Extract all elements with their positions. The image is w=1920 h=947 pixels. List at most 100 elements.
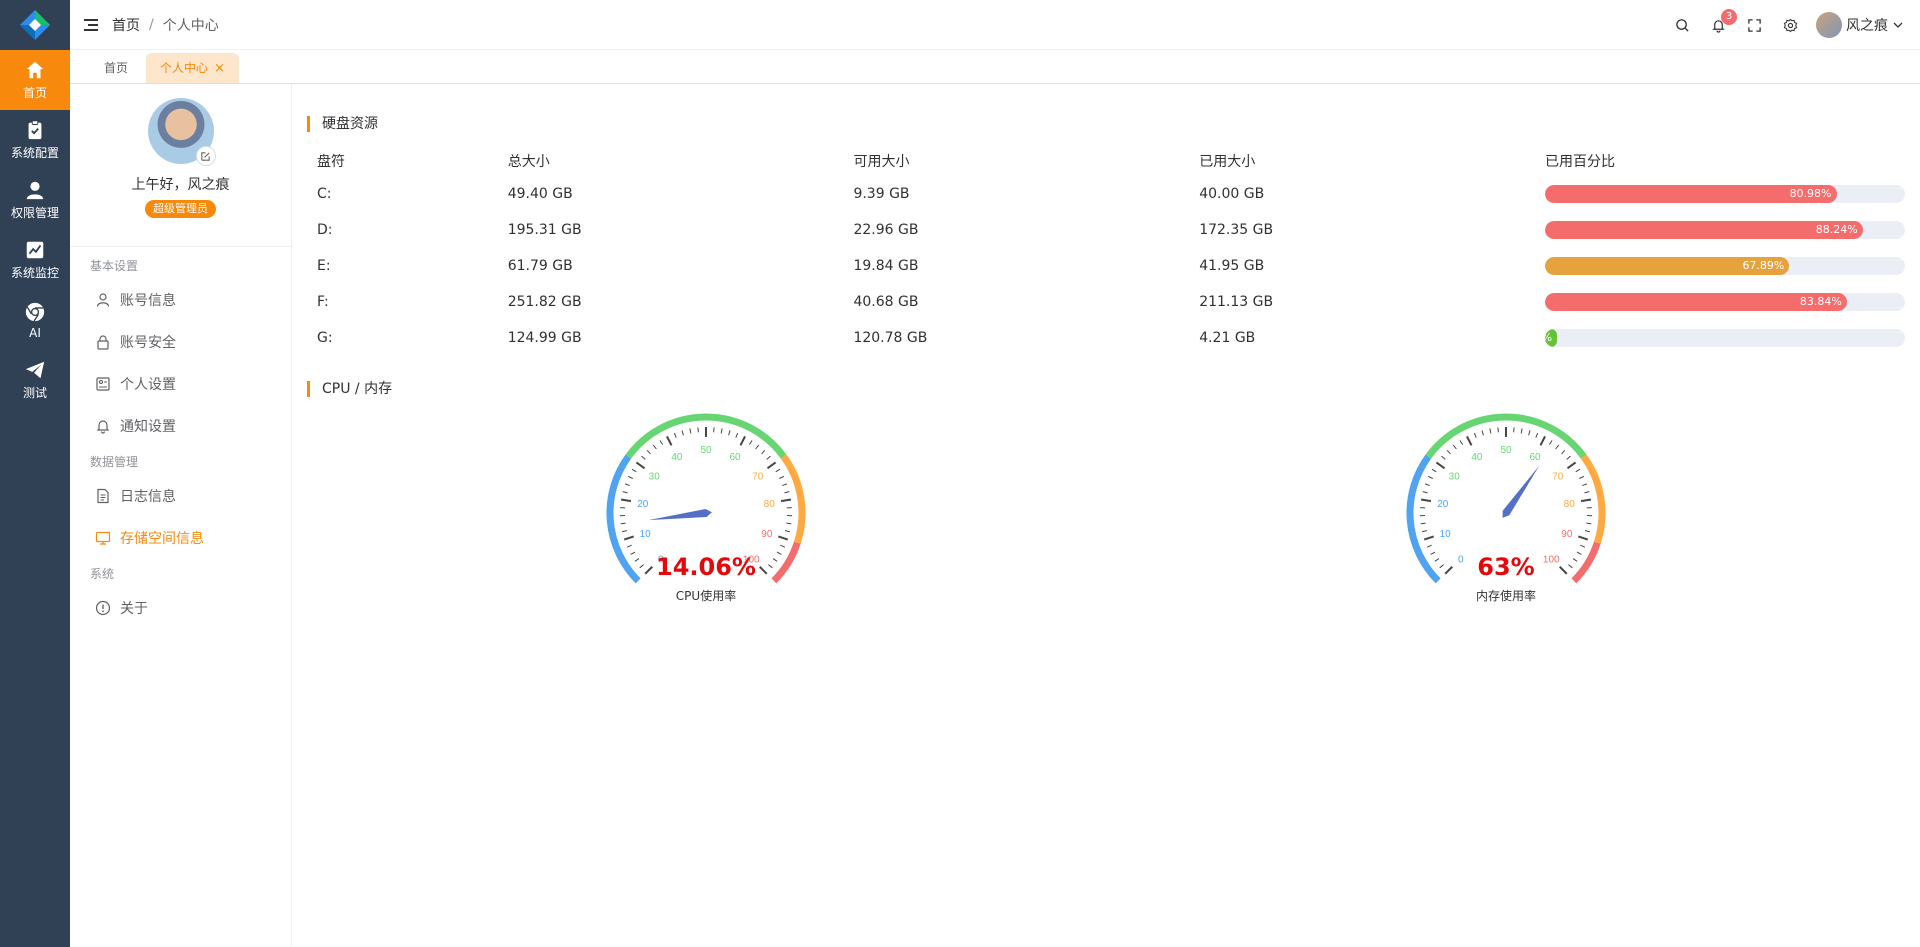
cpu-gauge: 0 10 20 30 40 50 60 70 80 90 100 14.06% CPU使用率	[596, 403, 816, 613]
gauge-minor-tick	[735, 432, 739, 438]
rail-item-permissions[interactable]: 权限管理	[0, 170, 70, 230]
table-row: C: 49.40 GB 9.39 GB 40.00 GB 80.98%	[309, 176, 1905, 212]
menu-item-notification-settings[interactable]: 通知设置	[70, 405, 291, 447]
menu-item-logs[interactable]: 日志信息	[70, 475, 291, 517]
rail-item-home[interactable]: 首页	[0, 50, 70, 110]
fullscreen-button[interactable]	[1736, 0, 1772, 50]
menu-item-account-security[interactable]: 账号安全	[70, 321, 291, 363]
gauge-minor-tick	[1489, 428, 1492, 434]
monitor-icon	[95, 531, 111, 545]
user-name: 风之痕	[1846, 18, 1888, 34]
gauge-major-tick	[1420, 498, 1432, 503]
usage-percent-label: 88.24%	[1815, 223, 1858, 236]
gauge-tick-label: 20	[637, 499, 649, 510]
gauge-minor-tick	[1422, 491, 1428, 494]
notification-badge: 3	[1721, 9, 1737, 25]
table-row: E: 61.79 GB 19.84 GB 41.95 GB 67.89%	[309, 248, 1905, 284]
gauge-major-tick	[620, 498, 632, 503]
table-row: G: 124.99 GB 120.78 GB 4.21 GB 3.37%	[309, 320, 1905, 356]
gauge-major-tick	[1539, 435, 1546, 446]
gauge-minor-tick	[622, 491, 628, 494]
search-button[interactable]	[1664, 0, 1700, 50]
breadcrumb-separator: /	[149, 16, 154, 33]
gauge-major-tick	[777, 535, 789, 541]
user-outline-icon	[96, 293, 110, 307]
table-row: F: 251.82 GB 40.68 GB 211.13 GB 83.84%	[309, 284, 1905, 320]
tab-label: 首页	[104, 61, 129, 75]
breadcrumb-home[interactable]: 首页	[112, 15, 140, 35]
tab-home[interactable]: 首页	[90, 53, 142, 83]
gauge-needle	[1502, 465, 1540, 518]
rail-item-ai[interactable]: AI	[0, 290, 70, 350]
gauge-minor-tick	[1584, 530, 1591, 533]
gauge-minor-tick	[775, 468, 781, 473]
used-size-cell: 172.35 GB	[1199, 222, 1274, 238]
gauge-minor-tick	[1427, 475, 1433, 479]
rail-item-system-config[interactable]: 系统配置	[0, 110, 70, 170]
gauge-major-tick	[635, 461, 646, 470]
total-size-cell: 49.40 GB	[507, 186, 573, 202]
table-row: D: 195.31 GB 22.96 GB 172.35 GB 88.24%	[309, 212, 1905, 248]
avatar-edit-button[interactable]	[195, 146, 216, 166]
usage-progress-bar: 80.98%	[1545, 185, 1905, 203]
role-badge: 超级管理员	[145, 200, 216, 218]
gauge-minor-tick	[1424, 483, 1430, 487]
tab-profile[interactable]: 个人中心 ×	[146, 53, 239, 83]
usage-percent-label: 3.37%	[1545, 329, 1552, 347]
rail-item-label: 系统配置	[10, 146, 59, 160]
menu-toggle-icon[interactable]	[84, 18, 98, 31]
usage-cell: 67.89%	[1537, 248, 1905, 284]
gauge-minor-tick	[748, 440, 753, 445]
gauge-tick-label: 20	[1437, 499, 1449, 510]
column-header: 已用百分比	[1545, 154, 1615, 170]
gauge-tick-label: 70	[1552, 471, 1564, 482]
gauge-minor-tick	[761, 449, 766, 455]
usage-percent-label: 67.89%	[1742, 259, 1785, 272]
gauge-needle	[648, 509, 712, 521]
gauge-minor-tick	[689, 428, 692, 434]
menu-item-about[interactable]: 关于	[70, 587, 291, 629]
gauge-minor-tick	[1566, 455, 1571, 460]
free-size-cell: 22.96 GB	[853, 222, 919, 238]
rail-item-label: 首页	[22, 86, 47, 100]
gauge-minor-tick	[1421, 530, 1428, 533]
drive-cell: E:	[317, 258, 331, 274]
usage-progress-bar: 83.84%	[1545, 293, 1905, 311]
gauge-minor-tick	[1528, 430, 1531, 436]
menu-item-storage[interactable]: 存储空间信息	[70, 517, 291, 559]
app-logo[interactable]	[0, 0, 70, 50]
gauge-minor-tick	[784, 530, 791, 533]
usage-cell: 83.84%	[1537, 284, 1905, 320]
notification-button[interactable]: 3	[1700, 0, 1737, 50]
usage-progress-fill: 67.89%	[1545, 257, 1790, 275]
gauge-minor-tick	[728, 430, 731, 436]
document-icon	[97, 488, 109, 504]
free-size-cell: 19.84 GB	[853, 258, 919, 274]
gauge-minor-tick	[1584, 491, 1590, 494]
menu-group-title: 基本设置	[90, 259, 139, 273]
fullscreen-icon	[1747, 18, 1761, 32]
used-size-cell: 4.21 GB	[1199, 330, 1256, 346]
chrome-icon	[25, 302, 45, 321]
profile-card: 上午好，风之痕 超级管理员	[70, 84, 291, 247]
profile-sidebar: 上午好，风之痕 超级管理员 基本设置 账号信息 账号安全 个人设置 通知设置 数…	[70, 84, 292, 947]
settings-button[interactable]	[1772, 0, 1808, 50]
user-menu[interactable]: 风之痕	[1816, 12, 1904, 38]
rail-item-label: 权限管理	[10, 206, 59, 220]
menu-item-account-info[interactable]: 账号信息	[70, 279, 291, 321]
gauge-minor-tick	[786, 522, 792, 525]
breadcrumb: 首页 / 个人中心	[112, 15, 219, 35]
logo-icon	[20, 10, 50, 40]
usage-progress-bar: 3.37%	[1545, 329, 1905, 347]
tab-label: 个人中心	[160, 61, 209, 75]
gauge-major-tick	[1423, 535, 1435, 541]
memory-gauge-dial: 0102030405060708090100	[1406, 413, 1606, 584]
profile-avatar-wrap	[147, 98, 216, 166]
column-header: 盘符	[317, 154, 345, 170]
close-icon[interactable]: ×	[214, 61, 225, 76]
menu-item-personal-settings[interactable]: 个人设置	[70, 363, 291, 405]
menu-item-label: 账号安全	[120, 335, 176, 351]
paper-plane-icon	[25, 361, 45, 379]
rail-item-monitor[interactable]: 系统监控	[0, 230, 70, 290]
rail-item-test[interactable]: 测试	[0, 350, 70, 410]
